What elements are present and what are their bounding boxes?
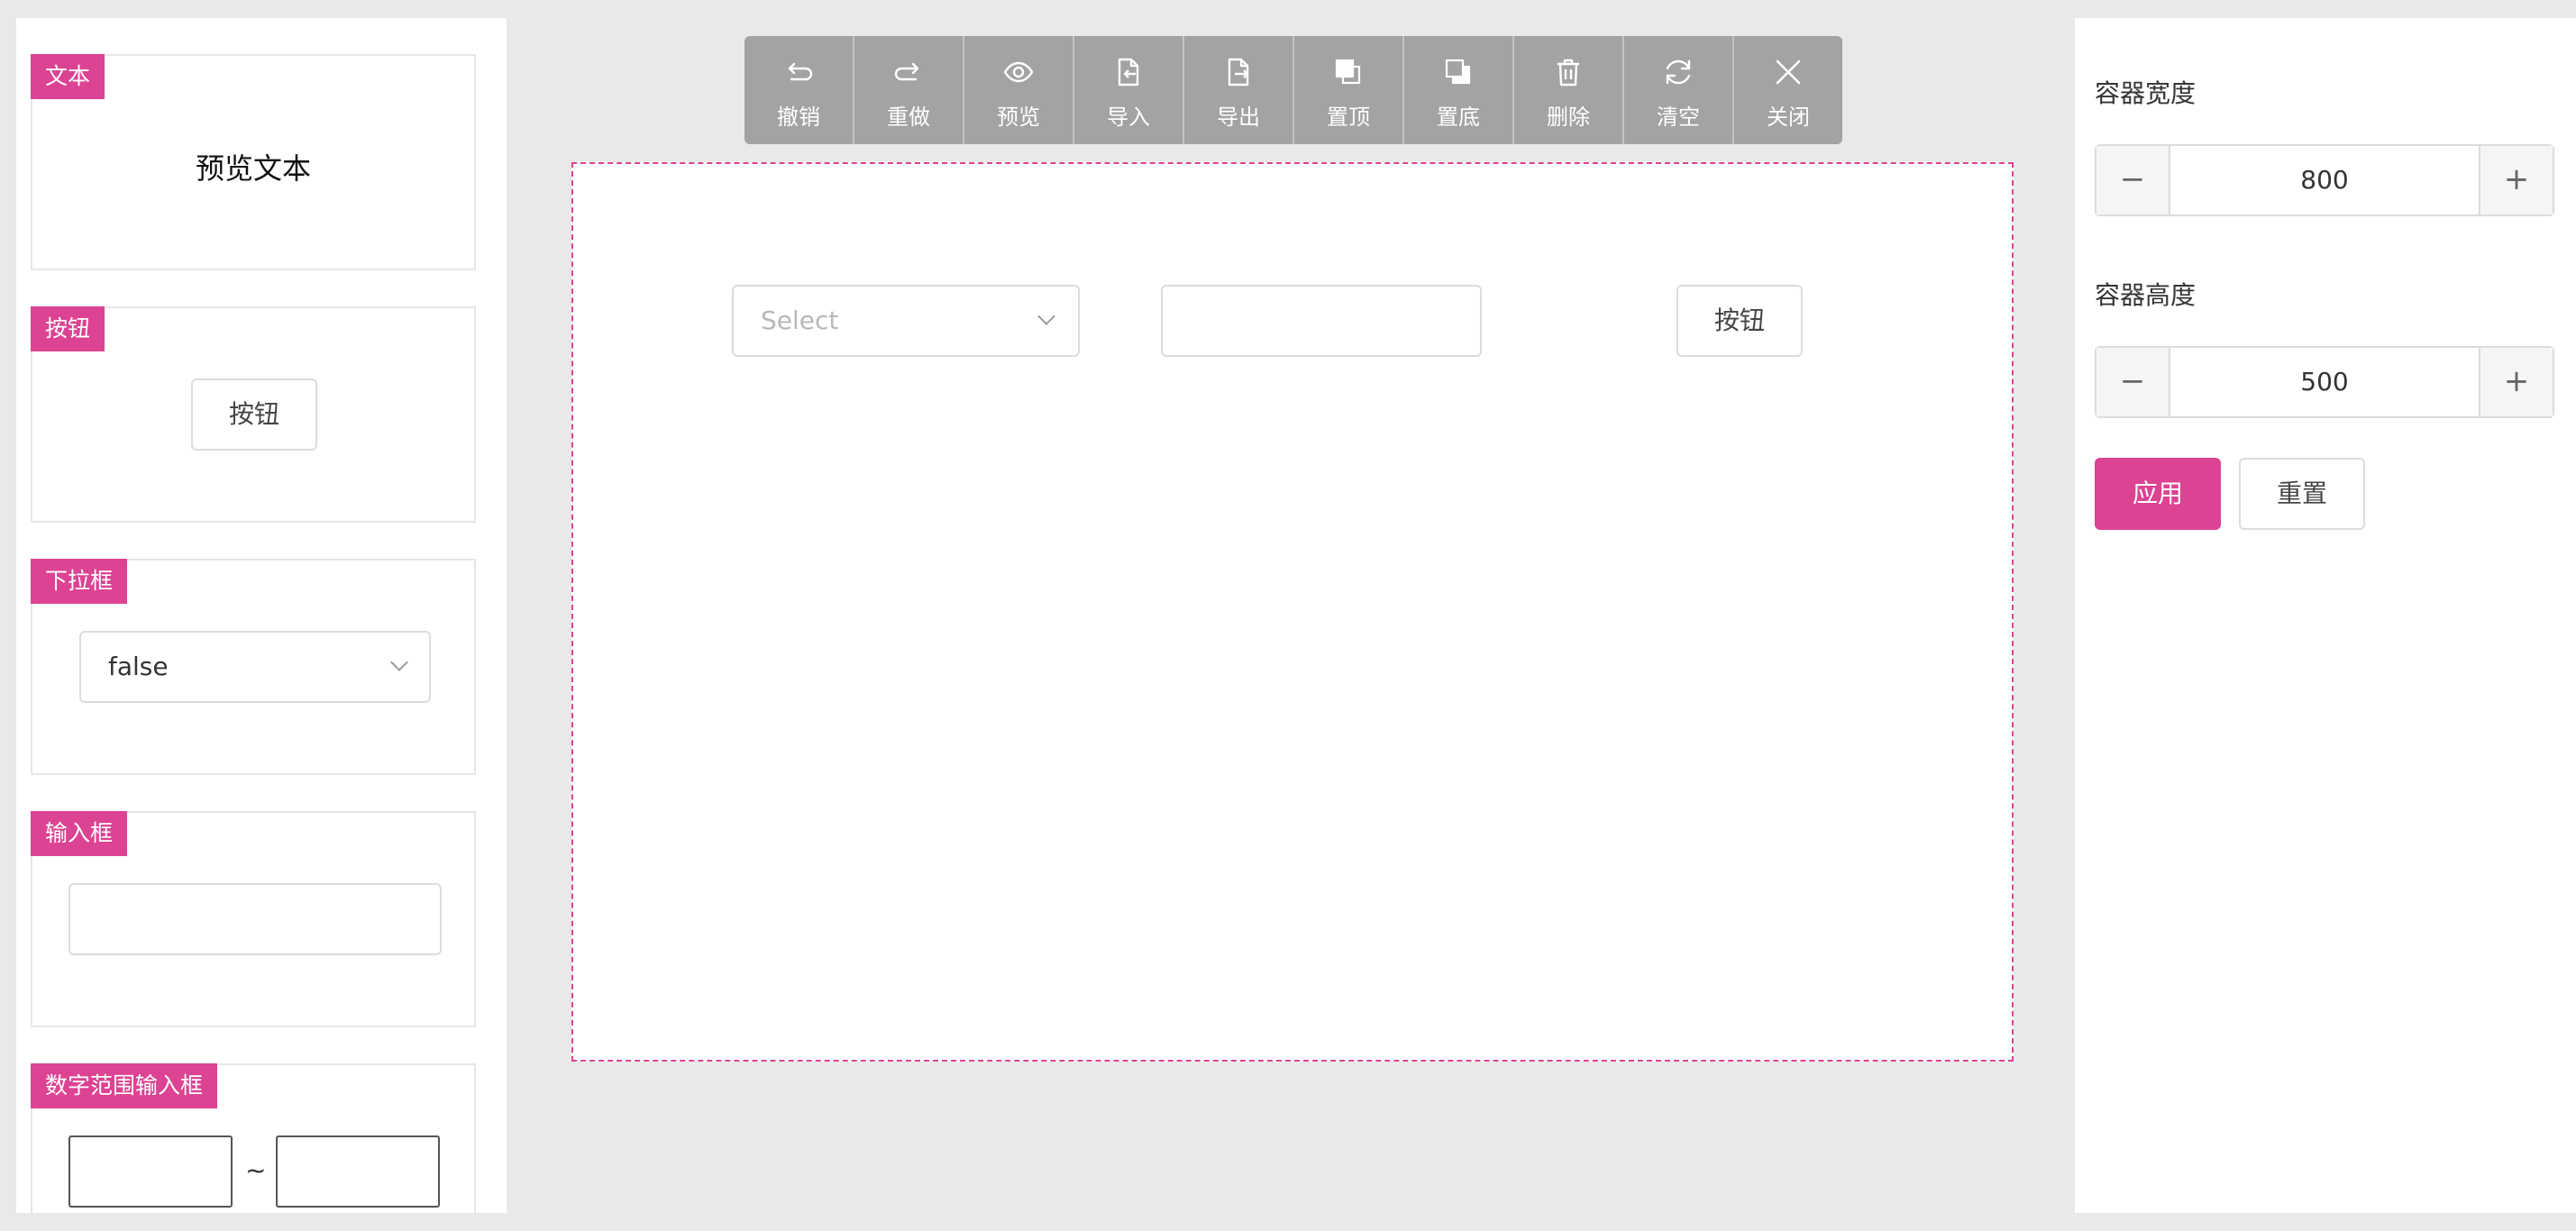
bring-to-front-icon — [1335, 59, 1361, 85]
send-to-back-label: 置底 — [1437, 105, 1480, 130]
preview-label: 预览 — [997, 105, 1040, 130]
refresh-icon — [1666, 59, 1691, 85]
component-palette: 文本 预览文本 按钮 按钮 下拉框 false 输入框 数字范围输入框 ~ — [16, 18, 507, 1213]
preview-button[interactable]: 预览 — [964, 36, 1074, 144]
palette-item-select[interactable]: 下拉框 false — [31, 559, 476, 775]
height-label: 容器高度 — [2095, 280, 2197, 310]
redo-icon — [894, 62, 919, 81]
canvas-input[interactable] — [1161, 285, 1482, 357]
palette-item-input[interactable]: 输入框 — [31, 811, 476, 1027]
export-button[interactable]: 导出 — [1184, 36, 1294, 144]
palette-item-text[interactable]: 文本 预览文本 — [31, 54, 476, 270]
apply-button[interactable]: 应用 — [2095, 458, 2221, 530]
import-label: 导入 — [1107, 105, 1150, 130]
undo-icon — [788, 62, 813, 81]
width-stepper[interactable]: − 800 + — [2095, 144, 2554, 216]
editor-toolbar: 撤销 重做 预览 导入 导出 置顶 置底 删除 清空 关闭 — [744, 36, 1842, 144]
range-max-input[interactable] — [276, 1135, 440, 1208]
eye-icon — [1003, 61, 1034, 83]
range-min-input[interactable] — [69, 1135, 233, 1208]
width-label: 容器宽度 — [2095, 78, 2197, 108]
palette-input-preview[interactable] — [69, 883, 442, 955]
close-button[interactable]: 关闭 — [1734, 36, 1842, 144]
bring-to-front-button[interactable]: 置顶 — [1294, 36, 1404, 144]
height-value[interactable]: 500 — [2172, 348, 2477, 416]
chevron-down-icon — [390, 653, 408, 671]
reset-button[interactable]: 重置 — [2239, 458, 2365, 530]
height-decrement-button[interactable]: − — [2096, 348, 2170, 416]
redo-button[interactable]: 重做 — [854, 36, 964, 144]
palette-tag-input: 输入框 — [31, 811, 128, 856]
file-import-icon — [1118, 58, 1139, 87]
text-preview: 预览文本 — [195, 151, 311, 186]
redo-label: 重做 — [887, 105, 930, 130]
clear-button[interactable]: 清空 — [1624, 36, 1734, 144]
palette-select-preview[interactable]: false — [79, 631, 431, 703]
height-increment-button[interactable]: + — [2479, 348, 2553, 416]
palette-button-preview[interactable]: 按钮 — [191, 378, 317, 451]
height-stepper[interactable]: − 500 + — [2095, 346, 2554, 418]
chevron-down-icon — [1037, 307, 1055, 325]
bring-to-front-label: 置顶 — [1327, 105, 1370, 130]
clear-label: 清空 — [1657, 105, 1700, 130]
design-canvas[interactable]: Select 按钮 — [571, 162, 2014, 1062]
palette-item-button[interactable]: 按钮 按钮 — [31, 306, 476, 523]
delete-label: 删除 — [1547, 105, 1590, 130]
select-value: false — [108, 652, 169, 681]
width-increment-button[interactable]: + — [2479, 146, 2553, 214]
undo-label: 撤销 — [777, 105, 820, 130]
trash-icon — [1557, 59, 1579, 87]
palette-tag-text: 文本 — [31, 54, 105, 99]
close-label: 关闭 — [1767, 105, 1810, 130]
export-label: 导出 — [1217, 105, 1260, 130]
close-icon — [1776, 59, 1801, 85]
palette-item-number-range[interactable]: 数字范围输入框 ~ — [31, 1063, 476, 1213]
palette-tag-select: 下拉框 — [31, 559, 128, 604]
canvas-select-placeholder: Select — [761, 305, 839, 335]
palette-tag-number-range: 数字范围输入框 — [31, 1063, 218, 1108]
send-to-back-button[interactable]: 置底 — [1404, 36, 1514, 144]
undo-button[interactable]: 撤销 — [744, 36, 854, 144]
range-separator: ~ — [245, 1155, 267, 1185]
import-button[interactable]: 导入 — [1074, 36, 1184, 144]
palette-tag-button: 按钮 — [31, 306, 105, 351]
canvas-select[interactable]: Select — [732, 285, 1080, 357]
width-value[interactable]: 800 — [2172, 146, 2477, 214]
send-to-back-icon — [1445, 59, 1471, 85]
container-settings-panel: 容器宽度 − 800 + 容器高度 − 500 + 应用 重置 — [2075, 18, 2576, 1213]
canvas-button[interactable]: 按钮 — [1676, 285, 1803, 357]
file-export-icon — [1228, 58, 1249, 87]
width-decrement-button[interactable]: − — [2096, 146, 2170, 214]
delete-button[interactable]: 删除 — [1514, 36, 1624, 144]
